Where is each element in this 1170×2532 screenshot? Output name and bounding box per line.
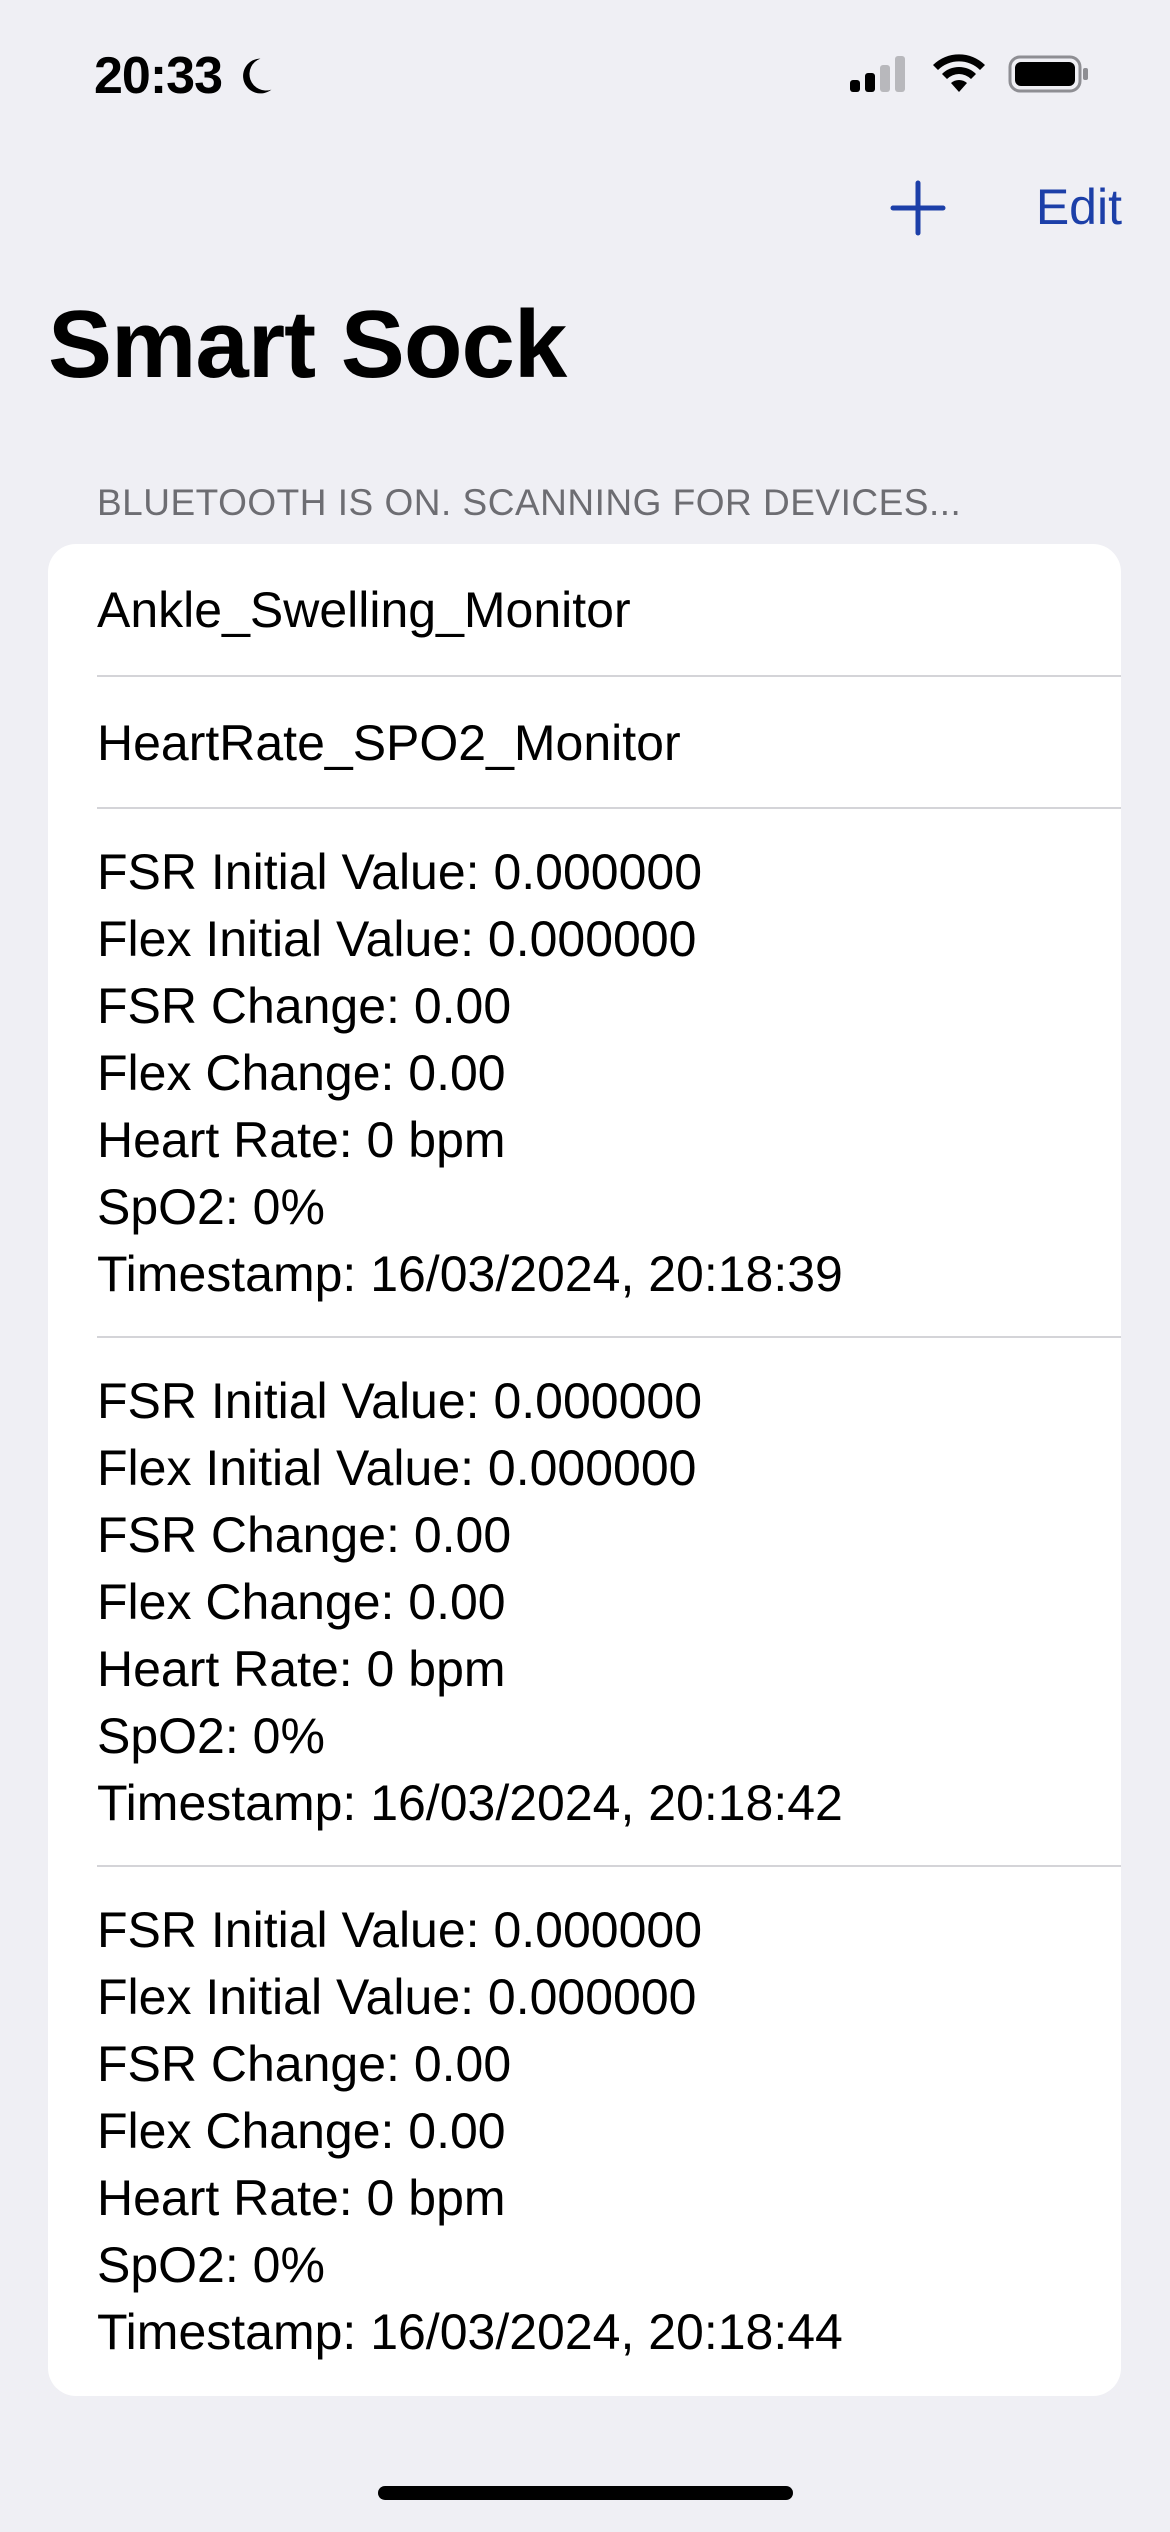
flex-initial-value: Flex Initial Value: 0.000000 — [97, 911, 697, 967]
timestamp: Timestamp: 16/03/2024, 20:18:39 — [97, 1246, 843, 1302]
flex-initial-value: Flex Initial Value: 0.000000 — [97, 1440, 697, 1496]
wifi-icon — [933, 54, 985, 92]
device-row[interactable]: Ankle_Swelling_Monitor — [97, 544, 1121, 676]
fsr-initial-value: FSR Initial Value: 0.000000 — [97, 1902, 703, 1958]
device-row[interactable]: HeartRate_SPO2_Monitor — [97, 677, 1121, 809]
home-indicator[interactable] — [378, 2486, 793, 2500]
status-time-group: 20:33 — [94, 46, 276, 106]
device-name: Ankle_Swelling_Monitor — [97, 582, 631, 638]
timestamp: Timestamp: 16/03/2024, 20:18:44 — [97, 2304, 843, 2360]
status-bar: 20:33 — [0, 0, 1170, 150]
device-list-card: Ankle_Swelling_Monitor HeartRate_SPO2_Mo… — [48, 544, 1121, 2396]
fsr-initial-value: FSR Initial Value: 0.000000 — [97, 1373, 703, 1429]
battery-icon — [1008, 55, 1088, 93]
edit-button[interactable]: Edit — [1036, 178, 1122, 236]
cellular-signal-icon — [850, 56, 905, 92]
fsr-change: FSR Change: 0.00 — [97, 978, 512, 1034]
flex-initial-value: Flex Initial Value: 0.000000 — [97, 1969, 697, 2025]
fsr-initial-value: FSR Initial Value: 0.000000 — [97, 844, 703, 900]
reading-entry: FSR Initial Value: 0.000000 Flex Initial… — [97, 1897, 1097, 2366]
spo2: SpO2: 0% — [97, 2237, 325, 2293]
heart-rate: Heart Rate: 0 bpm — [97, 2170, 506, 2226]
status-time: 20:33 — [94, 47, 223, 105]
plus-icon[interactable] — [890, 180, 946, 236]
row-divider — [97, 1336, 1121, 1338]
reading-entry: FSR Initial Value: 0.000000 Flex Initial… — [97, 839, 1097, 1308]
timestamp: Timestamp: 16/03/2024, 20:18:42 — [97, 1775, 843, 1831]
flex-change: Flex Change: 0.00 — [97, 2103, 506, 2159]
row-divider — [97, 807, 1121, 809]
spo2: SpO2: 0% — [97, 1708, 325, 1764]
row-divider — [97, 1865, 1121, 1867]
spo2: SpO2: 0% — [97, 1179, 325, 1235]
flex-change: Flex Change: 0.00 — [97, 1574, 506, 1630]
heart-rate: Heart Rate: 0 bpm — [97, 1112, 506, 1168]
fsr-change: FSR Change: 0.00 — [97, 2036, 512, 2092]
page-title: Smart Sock — [48, 291, 567, 398]
section-header: BLUETOOTH IS ON. SCANNING FOR DEVICES... — [97, 482, 962, 523]
moon-icon — [243, 58, 272, 94]
heart-rate: Heart Rate: 0 bpm — [97, 1641, 506, 1697]
reading-entry: FSR Initial Value: 0.000000 Flex Initial… — [97, 1368, 1097, 1837]
flex-change: Flex Change: 0.00 — [97, 1045, 506, 1101]
fsr-change: FSR Change: 0.00 — [97, 1507, 512, 1563]
device-name: HeartRate_SPO2_Monitor — [97, 715, 681, 771]
status-indicators — [848, 54, 1090, 94]
